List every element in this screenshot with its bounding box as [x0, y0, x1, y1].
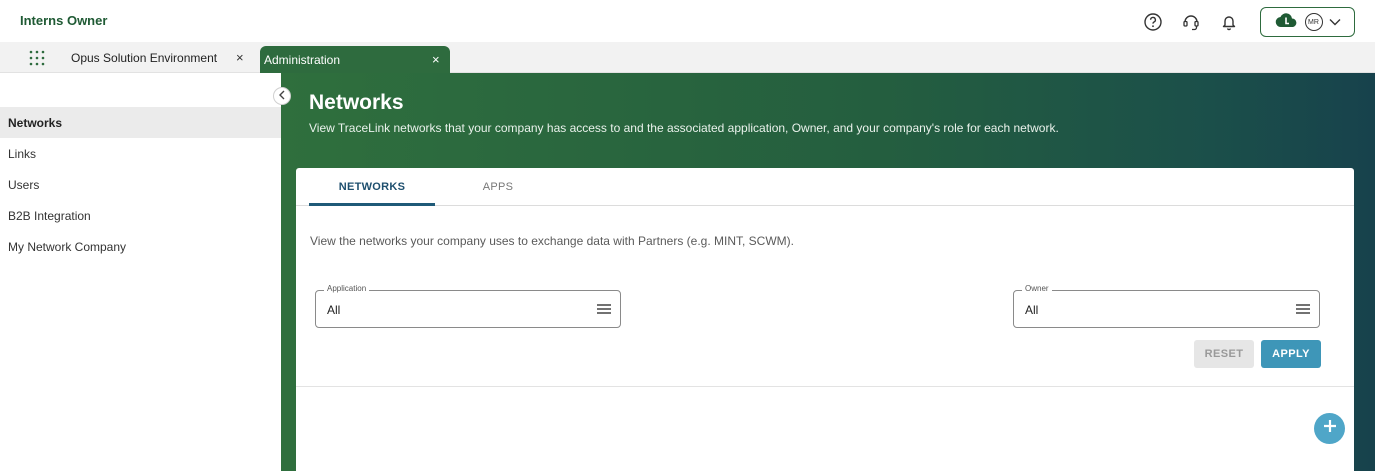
sidebar-item-my-network-company[interactable]: My Network Company	[0, 231, 281, 262]
chevron-down-icon	[1329, 13, 1341, 31]
tab-networks[interactable]: NETWORKS	[309, 168, 435, 206]
tab-label: Opus Solution Environment	[71, 50, 218, 65]
close-icon[interactable]: ×	[432, 52, 440, 67]
page-title: Networks	[309, 91, 404, 114]
tab-label: Administration	[264, 53, 341, 67]
avatar-initials: MR	[1308, 18, 1319, 26]
application-label: Application	[324, 284, 370, 293]
card-tabs: NETWORKS APPS	[296, 168, 1354, 206]
divider	[296, 386, 1354, 387]
tab-opus-solution-environment[interactable]: Opus Solution Environment ×	[20, 42, 260, 73]
reset-button[interactable]: RESET	[1194, 340, 1254, 368]
networks-card: NETWORKS APPS View the networks your com…	[296, 168, 1354, 471]
sidebar-item-networks[interactable]: Networks	[0, 107, 281, 138]
help-icon[interactable]	[1142, 11, 1164, 33]
top-icons: MR	[1142, 7, 1355, 37]
sidebar-item-links[interactable]: Links	[0, 138, 281, 169]
tab-apps[interactable]: APPS	[446, 168, 550, 206]
plus-icon	[1322, 418, 1338, 439]
menu-icon[interactable]	[596, 302, 612, 316]
tab-administration[interactable]: Administration ×	[260, 46, 450, 74]
top-bar: Interns Owner MR	[0, 0, 1375, 42]
card-description: View the networks your company uses to e…	[310, 234, 794, 248]
account-menu-button[interactable]: MR	[1260, 7, 1355, 37]
application-value: All	[327, 303, 341, 317]
sidebar-collapse-button[interactable]	[273, 87, 291, 105]
sidebar-item-users[interactable]: Users	[0, 169, 281, 200]
menu-icon[interactable]	[1295, 302, 1311, 316]
application-select[interactable]: Application All	[315, 284, 621, 328]
owner-label: Owner	[1022, 284, 1052, 293]
sidebar-item-b2b-integration[interactable]: B2B Integration	[0, 200, 281, 231]
sidebar: Networks Links Users B2B Integration My …	[0, 73, 281, 471]
app-grid-icon[interactable]	[27, 48, 47, 68]
owner-value: All	[1025, 303, 1039, 317]
apply-button[interactable]: APPLY	[1261, 340, 1321, 368]
active-tab-indicator	[309, 203, 435, 206]
avatar: MR	[1304, 13, 1323, 31]
tab-strip: Opus Solution Environment × Administrati…	[0, 42, 1375, 74]
cloud-icon	[1275, 12, 1299, 33]
org-name: Interns Owner	[20, 13, 108, 28]
chevron-left-icon	[278, 87, 286, 105]
close-icon[interactable]: ×	[236, 50, 244, 65]
support-icon[interactable]	[1180, 11, 1202, 33]
page-description: View TraceLink networks that your compan…	[309, 121, 1059, 135]
owner-select[interactable]: Owner All	[1013, 284, 1320, 328]
notification-bell-icon[interactable]	[1218, 11, 1240, 33]
main-content: Networks View TraceLink networks that yo…	[281, 73, 1375, 471]
add-network-button[interactable]	[1314, 413, 1345, 444]
